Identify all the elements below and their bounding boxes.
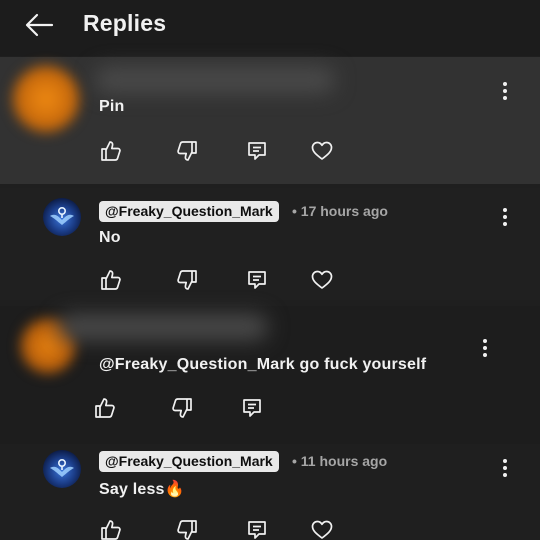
reply-icon[interactable] — [245, 268, 269, 292]
thumbs-up-icon[interactable] — [99, 139, 123, 163]
author-name-redacted — [58, 314, 268, 340]
comment-text: No — [99, 229, 121, 246]
comment-timestamp: • 11 hours ago — [292, 453, 388, 469]
comment-item: @Freaky_Question_Mark go fuck yourself — [0, 306, 540, 444]
thumbs-down-icon[interactable] — [175, 139, 199, 163]
avatar[interactable] — [43, 198, 81, 236]
header-bar: Replies — [0, 0, 540, 56]
more-options-icon[interactable] — [475, 336, 495, 360]
page-title: Replies — [83, 10, 167, 36]
reply-icon[interactable] — [245, 518, 269, 540]
heart-icon[interactable] — [310, 139, 334, 163]
thumbs-down-icon[interactable] — [175, 518, 199, 540]
more-options-icon[interactable] — [495, 79, 515, 103]
comment-text: @Freaky_Question_Mark go fuck yourself — [99, 356, 427, 373]
comment-timestamp: • 17 hours ago — [292, 203, 388, 219]
arrow-left-icon[interactable] — [22, 10, 56, 40]
comment-item: @Freaky_Question_Mark • 11 hours ago Say… — [0, 446, 540, 540]
more-options-icon[interactable] — [495, 205, 515, 229]
heart-icon[interactable] — [310, 268, 334, 292]
thumbs-up-icon[interactable] — [99, 518, 123, 540]
comment-item: Pin — [0, 57, 540, 184]
heart-icon[interactable] — [310, 518, 334, 540]
author-handle[interactable]: @Freaky_Question_Mark — [99, 451, 279, 472]
comment-text: Pin — [99, 98, 125, 115]
author-name-redacted — [95, 67, 335, 93]
reply-icon[interactable] — [240, 396, 264, 420]
thumbs-down-icon[interactable] — [170, 396, 194, 420]
thumbs-up-icon[interactable] — [93, 396, 117, 420]
author-handle[interactable]: @Freaky_Question_Mark — [99, 201, 279, 222]
thumbs-down-icon[interactable] — [175, 268, 199, 292]
comment-text: Say less🔥 — [99, 481, 185, 498]
reply-icon[interactable] — [245, 139, 269, 163]
more-options-icon[interactable] — [495, 456, 515, 480]
avatar[interactable] — [12, 65, 80, 133]
avatar[interactable] — [43, 450, 81, 488]
comment-item: @Freaky_Question_Mark • 17 hours ago No — [0, 188, 540, 300]
thumbs-up-icon[interactable] — [99, 268, 123, 292]
